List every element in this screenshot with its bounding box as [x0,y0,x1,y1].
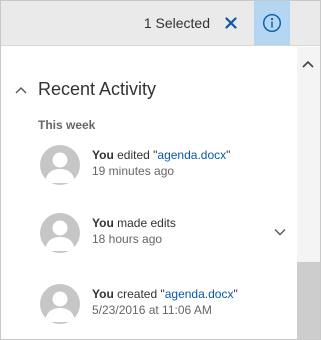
recent-activity-toggle[interactable]: Recent Activity [14,79,156,100]
activity-actor: You [92,148,114,162]
info-pane-button[interactable] [254,1,290,45]
avatar [40,213,80,253]
activity-item: You created "agenda.docx" 5/23/2016 at 1… [40,284,290,328]
expand-activity-button[interactable] [272,224,288,240]
section-title: Recent Activity [38,79,157,99]
activity-description: You created "agenda.docx" [92,287,238,301]
activity-actor: You [92,287,114,301]
group-label: This week [38,118,96,132]
avatar [40,145,80,185]
close-icon [225,17,237,29]
vertical-scrollbar[interactable] [297,47,320,339]
activity-time: 19 minutes ago [92,164,175,178]
file-link[interactable]: agenda.docx [157,148,226,162]
chevron-down-icon [274,229,286,236]
command-bar: 1 Selected [1,1,320,46]
clear-selection-button[interactable] [222,14,240,32]
person-icon [45,291,75,322]
avatar [40,284,80,324]
activity-item: You edited "agenda.docx" 19 minutes ago [40,145,290,189]
activity-panel: Recent Activity This week You edited "ag… [1,47,297,339]
chevron-up-icon [14,83,28,97]
activity-description: You made edits [92,216,176,230]
details-pane: 1 Selected Recent Activity This week You… [0,0,321,340]
activity-description: You edited "agenda.docx" [92,148,231,162]
activity-time: 5/23/2016 at 11:06 AM [92,303,212,317]
scroll-up-button[interactable] [301,57,315,71]
chevron-up-icon [302,60,314,68]
info-icon [262,13,282,33]
scrollbar-thumb[interactable] [297,262,320,339]
person-icon [45,220,75,251]
activity-actor: You [92,216,114,230]
person-icon [45,152,75,183]
activity-item: You made edits 18 hours ago [40,213,290,257]
selection-count: 1 Selected [143,15,210,31]
activity-time: 18 hours ago [92,232,163,246]
file-link[interactable]: agenda.docx [165,287,234,301]
